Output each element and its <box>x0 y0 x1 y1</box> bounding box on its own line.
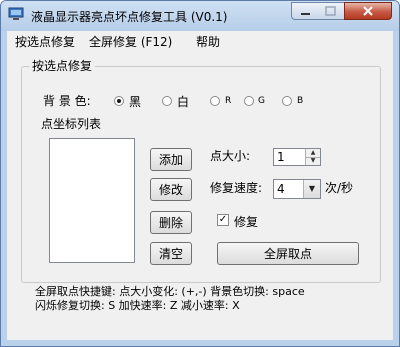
point-size-value: 1 <box>277 150 285 164</box>
radio-white-label: 白 <box>177 95 190 109</box>
app-window: 液晶显示器亮点坏点修复工具 (V0.1) 按选点修复 全屏修复 (F12) 帮助… <box>0 0 400 347</box>
repair-checkbox[interactable]: ✓ <box>217 214 229 226</box>
radio-red[interactable] <box>210 96 220 106</box>
radio-blue-label: B <box>297 96 304 106</box>
dropdown-arrow-icon[interactable]: ▼ <box>303 180 320 198</box>
maximize-icon <box>325 6 336 16</box>
edit-button[interactable]: 修改 <box>150 178 192 201</box>
window-title: 液晶显示器亮点坏点修复工具 (V0.1) <box>31 10 228 24</box>
coordinate-list-label: 点坐标列表 <box>41 117 102 131</box>
delete-button[interactable]: 删除 <box>150 211 192 234</box>
minimize-button[interactable] <box>291 2 319 20</box>
title-bar[interactable]: 液晶显示器亮点坏点修复工具 (V0.1) <box>1 1 399 31</box>
repair-speed-label: 修复速度: <box>210 181 263 195</box>
menu-fullscreen-repair[interactable]: 全屏修复 (F12) <box>89 33 172 50</box>
close-button[interactable] <box>344 2 392 20</box>
add-button[interactable]: 添加 <box>150 148 192 171</box>
repair-speed-select[interactable]: 4 ▼ <box>273 179 321 199</box>
radio-green[interactable] <box>244 96 254 106</box>
point-size-spinner[interactable]: 1 ▲ ▼ <box>273 148 321 166</box>
point-size-label: 点大小: <box>210 149 251 163</box>
background-color-label: 背 景 色: <box>43 94 91 108</box>
client-area: 按选点修复 全屏修复 (F12) 帮助 按选点修复 背 景 色: 黑 白 R G… <box>7 31 393 340</box>
minimize-icon <box>301 13 310 15</box>
fullscreen-pick-button[interactable]: 全屏取点 <box>217 242 359 265</box>
app-icon <box>8 7 24 20</box>
speed-unit-label: 次/秒 <box>325 181 354 195</box>
menu-select-repair[interactable]: 按选点修复 <box>15 33 75 50</box>
radio-black[interactable] <box>114 96 124 106</box>
spin-down-icon[interactable]: ▼ <box>306 157 320 165</box>
shortcut-hint-line2: 闪烁修复切换: S 加快速率: Z 减小速率: X <box>35 299 240 312</box>
close-icon <box>363 6 373 16</box>
radio-red-label: R <box>225 96 232 106</box>
radio-black-label: 黑 <box>129 95 142 109</box>
coordinate-listbox[interactable] <box>49 138 135 263</box>
group-title: 按选点修复 <box>29 57 96 74</box>
radio-white[interactable] <box>162 96 172 106</box>
radio-green-label: G <box>258 96 265 106</box>
clear-button[interactable]: 清空 <box>150 242 192 265</box>
repair-checkbox-label: 修复 <box>234 215 259 229</box>
spinner-arrows: ▲ ▼ <box>305 149 320 165</box>
menu-help[interactable]: 帮助 <box>196 33 220 50</box>
menu-bar: 按选点修复 全屏修复 (F12) 帮助 <box>7 31 393 51</box>
maximize-button[interactable] <box>318 2 345 20</box>
repair-speed-value: 4 <box>277 182 285 196</box>
radio-blue[interactable] <box>282 96 292 106</box>
